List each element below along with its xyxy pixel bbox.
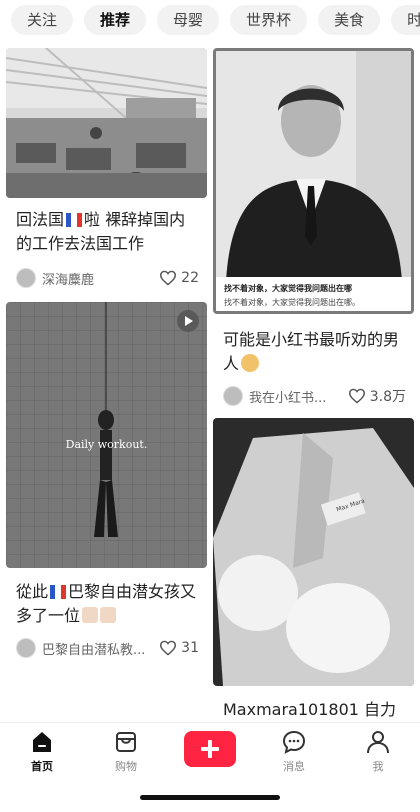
- home-icon: [33, 732, 51, 752]
- author-name[interactable]: 深海麋鹿: [42, 269, 153, 288]
- avatar[interactable]: [223, 386, 243, 406]
- create-post-button[interactable]: [184, 731, 236, 767]
- home-indicator[interactable]: [140, 795, 280, 800]
- france-flag-icon: [50, 582, 66, 599]
- like-button[interactable]: 3.8万: [348, 386, 406, 406]
- heart-icon: [160, 640, 177, 656]
- tab-world-cup[interactable]: 世界杯: [230, 5, 308, 35]
- tab-shop-label: 购物: [115, 760, 137, 773]
- tab-shop[interactable]: 购物: [96, 729, 156, 774]
- overlay-caption: 找不着对象，大家觉得我问题出在哪 找不着对象，大家觉得我问题出在哪。: [216, 277, 411, 311]
- tab-me[interactable]: 我: [348, 729, 408, 774]
- note-cover-image[interactable]: Max Mara: [213, 418, 414, 686]
- chat-bubble-icon: [282, 730, 306, 754]
- note-card[interactable]: Max Mara Maxmara101801 自力更: [213, 418, 414, 724]
- note-title: 從此 巴黎自由潜女孩又多了一位: [16, 582, 197, 625]
- tab-recommended[interactable]: 推荐: [84, 5, 147, 35]
- tab-home[interactable]: 首页: [12, 729, 72, 774]
- category-tabs: 关注 推荐 母婴 世界杯 美食 时尚: [0, 0, 420, 40]
- author-name[interactable]: 巴黎自由潜私教...: [42, 639, 153, 658]
- like-count: 3.8万: [369, 389, 406, 405]
- author-name[interactable]: 我在小红书...: [249, 387, 342, 406]
- note-meta: 巴黎自由潜私教... 31: [16, 636, 199, 660]
- avatar[interactable]: [16, 268, 36, 288]
- tab-home-label: 首页: [31, 760, 53, 773]
- heart-icon: [160, 270, 177, 286]
- like-count: 31: [181, 640, 199, 656]
- note-title: 可能是小红书最听劝的男人: [223, 330, 400, 373]
- plus-icon: [201, 740, 219, 758]
- coat-photo: [213, 418, 414, 686]
- thumbs-up-emoji-icon: [100, 607, 117, 623]
- note-card[interactable]: Daily workout. 從此 巴黎自由潜女孩又多了一位 巴黎自由潜私教...…: [6, 302, 207, 668]
- note-card[interactable]: 找不着对象，大家觉得我问题出在哪 找不着对象，大家觉得我问题出在哪。 可能是小红…: [213, 48, 414, 408]
- shop-icon: [116, 732, 136, 752]
- note-meta: 我在小红书... 3.8万: [223, 384, 406, 408]
- heart-icon: [348, 388, 365, 404]
- play-icon: [185, 316, 193, 326]
- note-card[interactable]: 回法国啦 裸辞掉国内的工作去法国工作 深海麋鹿 22: [6, 48, 207, 298]
- tab-food[interactable]: 美食: [318, 5, 381, 35]
- diving-video-still: [6, 302, 207, 568]
- like-button[interactable]: 22: [159, 270, 199, 286]
- tab-messages[interactable]: 消息: [264, 729, 324, 774]
- video-indicator: [177, 310, 199, 332]
- man-emoji-icon: [241, 354, 260, 372]
- portrait-photo: [216, 51, 411, 311]
- tab-fashion[interactable]: 时尚: [391, 5, 420, 35]
- overlay-caption-line: 找不着对象，大家觉得我问题出在哪: [224, 284, 352, 293]
- note-cover-image[interactable]: Daily workout.: [6, 302, 207, 568]
- note-feed: 回法国啦 裸辞掉国内的工作去法国工作 深海麋鹿 22 找不着对象，大家觉得我问题…: [0, 44, 420, 724]
- tab-following[interactable]: 关注: [11, 5, 74, 35]
- note-title: Maxmara101801 自力更: [223, 700, 397, 719]
- video-caption: Daily workout.: [65, 438, 148, 451]
- person-icon: [367, 731, 389, 754]
- france-flag-icon: [66, 210, 82, 227]
- note-cover-image[interactable]: [6, 48, 207, 198]
- like-count: 22: [181, 270, 199, 286]
- avatar[interactable]: [16, 638, 36, 658]
- thumbs-up-emoji-icon: [82, 607, 99, 623]
- note-cover-image[interactable]: 找不着对象，大家觉得我问题出在哪 找不着对象，大家觉得我问题出在哪。: [213, 48, 414, 314]
- like-button[interactable]: 31: [159, 640, 199, 656]
- note-meta: 深海麋鹿 22: [16, 266, 199, 290]
- note-title: 回法国啦 裸辞掉国内的工作去法国工作: [16, 210, 186, 253]
- overlay-caption-line: 找不着对象，大家觉得我问题出在哪。: [224, 298, 360, 307]
- tab-parenting[interactable]: 母婴: [157, 5, 220, 35]
- tab-me-label: 我: [372, 760, 384, 773]
- tab-messages-label: 消息: [283, 760, 305, 773]
- airport-photo: [6, 48, 207, 198]
